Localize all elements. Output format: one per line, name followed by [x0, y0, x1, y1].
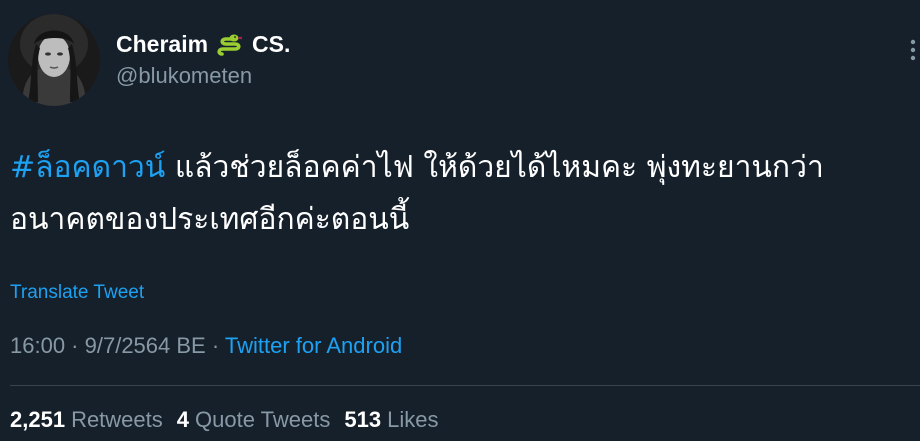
tweet-text-line-2: อนาคตของประเทศอีกค่ะตอนนี้ [10, 202, 410, 237]
author-handle[interactable]: @blukometen [116, 63, 252, 89]
tweet-meta: 16:00 · 9/7/2564 BE · Twitter for Androi… [10, 333, 402, 359]
quote-tweets-stat[interactable]: 4 Quote Tweets [177, 407, 331, 433]
author-display-name[interactable]: Cheraim CS. [116, 30, 290, 58]
translate-tweet-link[interactable]: Translate Tweet [10, 282, 144, 304]
more-options-icon[interactable] [902, 38, 916, 62]
avatar-image [8, 14, 100, 106]
meta-separator: · [65, 333, 85, 358]
likes-stat[interactable]: 513 Likes [344, 407, 438, 433]
retweets-label: Retweets [71, 407, 163, 432]
tweet-date[interactable]: 9/7/2564 BE [85, 333, 206, 358]
display-name-text: Cheraim [116, 30, 209, 57]
quote-tweets-label: Quote Tweets [195, 407, 331, 432]
avatar[interactable] [8, 14, 100, 106]
tweet-card: Cheraim CS. @blukometen #ล็อคดาวน์ แล้วช… [0, 0, 920, 441]
engagement-stats: 2,251 Retweets 4 Quote Tweets 513 Likes [10, 407, 452, 433]
quote-tweets-count: 4 [176, 407, 190, 432]
meta-separator: · [205, 333, 225, 358]
retweets-count: 2,251 [10, 407, 66, 432]
tweet-text-line-1: แล้วช่วยล็อคค่าไฟ ให้ด้วยได้ไหมคะ พุ่งทะ… [165, 150, 824, 185]
display-name-suffix: CS. [252, 30, 291, 57]
snake-emoji-icon [216, 30, 244, 58]
retweets-stat[interactable]: 2,251 Retweets [10, 407, 163, 433]
tweet-line-1: #ล็อคดาวน์ แล้วช่วยล็อคค่าไฟ ให้ด้วยได้ไ… [10, 142, 890, 194]
tweet-body: #ล็อคดาวน์ แล้วช่วยล็อคค่าไฟ ให้ด้วยได้ไ… [10, 142, 890, 246]
tweet-time[interactable]: 16:00 [10, 333, 65, 358]
divider [10, 385, 920, 386]
likes-label: Likes [387, 407, 439, 432]
likes-count: 513 [344, 407, 382, 432]
hashtag-link[interactable]: #ล็อคดาวน์ [10, 150, 165, 185]
tweet-source-link[interactable]: Twitter for Android [225, 333, 402, 358]
